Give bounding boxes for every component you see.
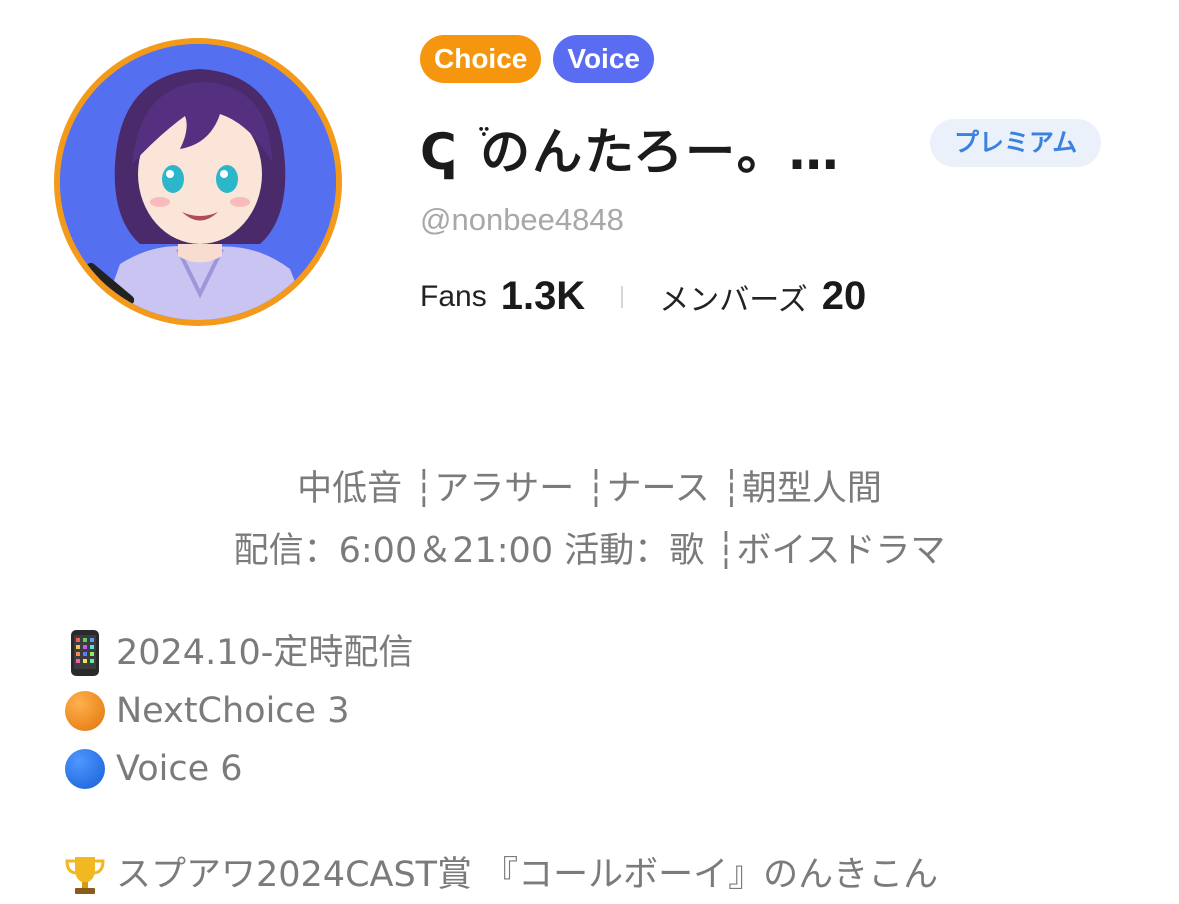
blue-circle-icon xyxy=(60,749,110,789)
choice-tag[interactable]: Choice xyxy=(420,35,542,83)
bio-item-text: Voice 6 xyxy=(116,749,243,789)
members-label: メンバーズ xyxy=(659,283,808,317)
award-text: スプアワ2024CAST賞 『コールボーイ』のんきこん xyxy=(116,855,939,895)
premium-badge[interactable]: プレミアム xyxy=(930,119,1102,167)
orange-circle-icon xyxy=(60,691,110,731)
bio-item-text: 2024.10-定時配信 xyxy=(116,633,414,673)
bio-item-schedule: 2024.10-定時配信 xyxy=(60,624,413,682)
trophy-icon xyxy=(60,853,110,897)
stats-row: Fans 1.3K メンバーズ 20 xyxy=(420,274,866,319)
members-count: 20 xyxy=(821,274,867,318)
bio-summary: 中低音 ┆アラサー ┆ナース ┆朝型人間 配信：6:00＆21:00 活動：歌 … xyxy=(0,458,1179,582)
fans-label: Fans xyxy=(420,279,487,313)
display-name-row: ↅ ֒のんたろー。… xyxy=(420,112,841,184)
bio-line-2: 配信：6:00＆21:00 活動：歌 ┆ボイスドラマ xyxy=(233,531,946,571)
bio-item-voice: Voice 6 xyxy=(60,740,413,798)
display-name: ↅ ֒のんたろー。… xyxy=(420,123,841,181)
user-handle: @nonbee4848 xyxy=(420,202,624,237)
smartphone-icon xyxy=(60,629,110,677)
bio-award: スプアワ2024CAST賞 『コールボーイ』のんきこん xyxy=(60,846,938,904)
tag-list: Choice Voice xyxy=(420,35,654,83)
avatar[interactable] xyxy=(54,38,342,326)
avatar-image xyxy=(60,44,336,320)
fans-count: 1.3K xyxy=(500,274,586,318)
members-stat[interactable]: メンバーズ 20 xyxy=(659,274,866,319)
voice-tag[interactable]: Voice xyxy=(553,35,654,83)
bio-item-text: NextChoice 3 xyxy=(116,691,350,731)
bio-list: 2024.10-定時配信 NextChoice 3 Voice 6 xyxy=(60,624,413,798)
stats-divider xyxy=(621,285,624,308)
fans-stat[interactable]: Fans 1.3K xyxy=(420,274,585,319)
bio-line-1: 中低音 ┆アラサー ┆ナース ┆朝型人間 xyxy=(297,469,882,509)
bio-item-nextchoice: NextChoice 3 xyxy=(60,682,413,740)
